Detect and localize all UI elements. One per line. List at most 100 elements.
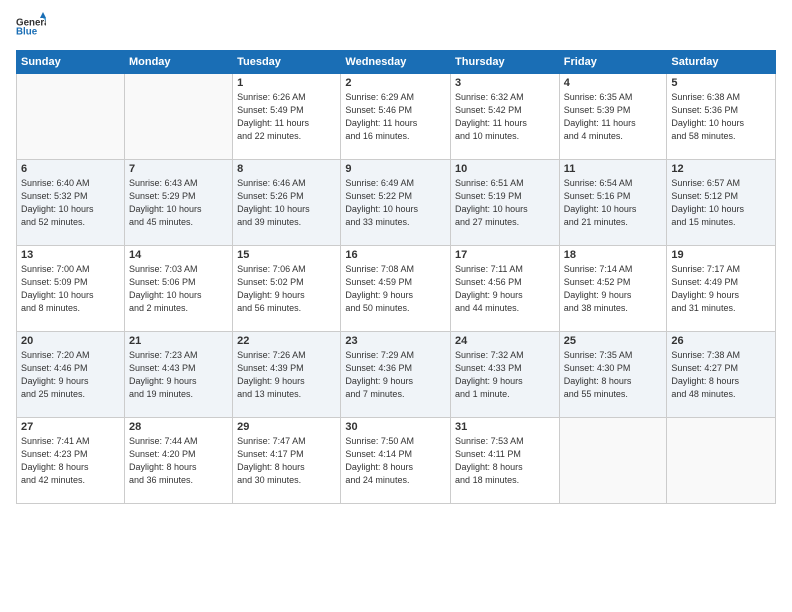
calendar-cell: 22 Sunrise: 7:26 AM Sunset: 4:39 PM Dayli… [233,332,341,418]
header: General Blue [16,12,776,42]
calendar-header-saturday: Saturday [667,51,776,74]
day-detail: Sunrise: 6:51 AM Sunset: 5:19 PM Dayligh… [455,177,555,229]
calendar-cell: 12 Sunrise: 6:57 AM Sunset: 5:12 PM Dayli… [667,160,776,246]
calendar-cell: 17 Sunrise: 7:11 AM Sunset: 4:56 PM Dayli… [451,246,560,332]
day-detail: Sunrise: 7:35 AM Sunset: 4:30 PM Dayligh… [564,349,663,401]
calendar-cell: 6 Sunrise: 6:40 AM Sunset: 5:32 PM Daylig… [17,160,125,246]
calendar-cell [667,418,776,504]
day-number: 16 [345,249,446,261]
calendar-cell: 10 Sunrise: 6:51 AM Sunset: 5:19 PM Dayli… [451,160,560,246]
day-number: 12 [671,163,771,175]
day-number: 17 [455,249,555,261]
day-detail: Sunrise: 7:23 AM Sunset: 4:43 PM Dayligh… [129,349,228,401]
calendar-cell: 26 Sunrise: 7:38 AM Sunset: 4:27 PM Dayli… [667,332,776,418]
day-detail: Sunrise: 7:41 AM Sunset: 4:23 PM Dayligh… [21,435,120,487]
day-number: 25 [564,335,663,347]
calendar-cell: 7 Sunrise: 6:43 AM Sunset: 5:29 PM Daylig… [124,160,232,246]
calendar-cell: 30 Sunrise: 7:50 AM Sunset: 4:14 PM Dayli… [341,418,451,504]
calendar-cell: 15Sunrise: 7:06 AM Sunset: 5:02 PM Dayli… [233,246,341,332]
day-number: 14 [129,249,228,261]
day-number: 1 [237,77,336,89]
calendar-cell: 14 Sunrise: 7:03 AM Sunset: 5:06 PM Dayli… [124,246,232,332]
calendar-cell: 5 Sunrise: 6:38 AM Sunset: 5:36 PM Daylig… [667,74,776,160]
calendar-cell: 3Sunrise: 6:32 AM Sunset: 5:42 PM Daylig… [451,74,560,160]
logo: General Blue [16,12,46,42]
day-number: 24 [455,335,555,347]
day-number: 18 [564,249,663,261]
calendar-week-3: 20 Sunrise: 7:20 AM Sunset: 4:46 PM Dayli… [17,332,776,418]
calendar-header-wednesday: Wednesday [341,51,451,74]
calendar-week-0: 1 Sunrise: 6:26 AM Sunset: 5:49 PM Daylig… [17,74,776,160]
calendar-header-monday: Monday [124,51,232,74]
day-number: 11 [564,163,663,175]
day-number: 29 [237,421,336,433]
day-number: 13 [21,249,120,261]
logo-icon: General Blue [16,12,46,42]
day-detail: Sunrise: 6:40 AM Sunset: 5:32 PM Dayligh… [21,177,120,229]
calendar-cell: 9 Sunrise: 6:49 AM Sunset: 5:22 PM Daylig… [341,160,451,246]
calendar-cell: 2Sunrise: 6:29 AM Sunset: 5:46 PM Daylig… [341,74,451,160]
day-number: 26 [671,335,771,347]
calendar-week-4: 27 Sunrise: 7:41 AM Sunset: 4:23 PM Dayli… [17,418,776,504]
day-number: 10 [455,163,555,175]
day-number: 31 [455,421,555,433]
calendar-cell [124,74,232,160]
calendar-header-thursday: Thursday [451,51,560,74]
calendar-header-tuesday: Tuesday [233,51,341,74]
day-detail: Sunrise: 7:00 AM Sunset: 5:09 PM Dayligh… [21,263,120,315]
day-detail: Sunrise: 7:47 AM Sunset: 4:17 PM Dayligh… [237,435,336,487]
day-number: 2 [345,77,446,89]
day-number: 23 [345,335,446,347]
day-detail: Sunrise: 7:03 AM Sunset: 5:06 PM Dayligh… [129,263,228,315]
calendar-cell: 18Sunrise: 7:14 AM Sunset: 4:52 PM Dayli… [559,246,667,332]
day-number: 6 [21,163,120,175]
calendar-cell: 21Sunrise: 7:23 AM Sunset: 4:43 PM Dayli… [124,332,232,418]
day-detail: Sunrise: 6:43 AM Sunset: 5:29 PM Dayligh… [129,177,228,229]
calendar-cell: 13 Sunrise: 7:00 AM Sunset: 5:09 PM Dayli… [17,246,125,332]
day-number: 20 [21,335,120,347]
day-detail: Sunrise: 7:26 AM Sunset: 4:39 PM Dayligh… [237,349,336,401]
calendar-cell: 31 Sunrise: 7:53 AM Sunset: 4:11 PM Dayli… [451,418,560,504]
day-detail: Sunrise: 7:50 AM Sunset: 4:14 PM Dayligh… [345,435,446,487]
calendar-cell: 1 Sunrise: 6:26 AM Sunset: 5:49 PM Daylig… [233,74,341,160]
calendar: SundayMondayTuesdayWednesdayThursdayFrid… [16,50,776,504]
calendar-cell: 20 Sunrise: 7:20 AM Sunset: 4:46 PM Dayli… [17,332,125,418]
day-number: 27 [21,421,120,433]
day-detail: Sunrise: 6:57 AM Sunset: 5:12 PM Dayligh… [671,177,771,229]
day-number: 9 [345,163,446,175]
svg-text:Blue: Blue [16,27,38,38]
day-number: 19 [671,249,771,261]
day-number: 8 [237,163,336,175]
day-detail: Sunrise: 7:44 AM Sunset: 4:20 PM Dayligh… [129,435,228,487]
calendar-cell [559,418,667,504]
day-number: 30 [345,421,446,433]
day-detail: Sunrise: 7:29 AM Sunset: 4:36 PM Dayligh… [345,349,446,401]
day-detail: Sunrise: 6:49 AM Sunset: 5:22 PM Dayligh… [345,177,446,229]
calendar-week-1: 6 Sunrise: 6:40 AM Sunset: 5:32 PM Daylig… [17,160,776,246]
day-number: 4 [564,77,663,89]
day-detail: Sunrise: 7:53 AM Sunset: 4:11 PM Dayligh… [455,435,555,487]
calendar-cell: 28 Sunrise: 7:44 AM Sunset: 4:20 PM Dayli… [124,418,232,504]
calendar-cell: 24Sunrise: 7:32 AM Sunset: 4:33 PM Dayli… [451,332,560,418]
day-detail: Sunrise: 6:26 AM Sunset: 5:49 PM Dayligh… [237,91,336,143]
day-detail: Sunrise: 6:35 AM Sunset: 5:39 PM Dayligh… [564,91,663,143]
day-detail: Sunrise: 7:11 AM Sunset: 4:56 PM Dayligh… [455,263,555,315]
day-number: 7 [129,163,228,175]
day-detail: Sunrise: 7:08 AM Sunset: 4:59 PM Dayligh… [345,263,446,315]
calendar-cell: 4 Sunrise: 6:35 AM Sunset: 5:39 PM Daylig… [559,74,667,160]
day-detail: Sunrise: 7:06 AM Sunset: 5:02 PM Dayligh… [237,263,336,315]
day-detail: Sunrise: 6:38 AM Sunset: 5:36 PM Dayligh… [671,91,771,143]
calendar-header-friday: Friday [559,51,667,74]
day-number: 22 [237,335,336,347]
calendar-header-sunday: Sunday [17,51,125,74]
day-detail: Sunrise: 7:38 AM Sunset: 4:27 PM Dayligh… [671,349,771,401]
calendar-cell [17,74,125,160]
day-number: 28 [129,421,228,433]
page: General Blue SundayMondayTuesdayWednesda… [0,0,792,612]
day-number: 5 [671,77,771,89]
day-detail: Sunrise: 7:20 AM Sunset: 4:46 PM Dayligh… [21,349,120,401]
calendar-week-2: 13 Sunrise: 7:00 AM Sunset: 5:09 PM Dayli… [17,246,776,332]
calendar-cell: 23 Sunrise: 7:29 AM Sunset: 4:36 PM Dayli… [341,332,451,418]
calendar-cell: 25 Sunrise: 7:35 AM Sunset: 4:30 PM Dayli… [559,332,667,418]
calendar-cell: 19Sunrise: 7:17 AM Sunset: 4:49 PM Dayli… [667,246,776,332]
